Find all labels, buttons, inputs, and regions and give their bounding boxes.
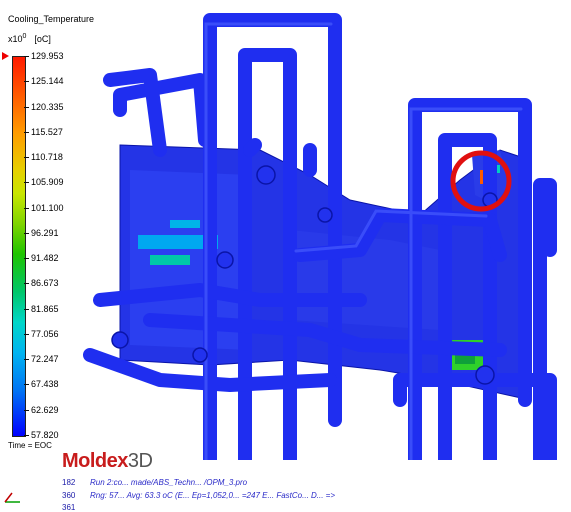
time-label: Time = EOC — [8, 441, 52, 450]
legend-tick — [24, 258, 29, 260]
part-body — [119, 144, 531, 401]
legend-tick — [24, 283, 29, 285]
legend-tick-label: 96.291 — [31, 227, 59, 238]
info-line-number: 182 — [62, 478, 76, 487]
model-viewport[interactable] — [60, 0, 571, 460]
legend-tick — [24, 106, 29, 108]
legend-tick-label: 77.056 — [31, 328, 59, 339]
legend-tick-label: 110.718 — [31, 152, 63, 163]
legend-tick-label: 72.247 — [31, 354, 59, 365]
legend-tick-label: 81.865 — [31, 303, 59, 314]
legend-tick — [24, 308, 29, 310]
legend-tick — [24, 207, 29, 209]
color-legend-bar — [12, 56, 26, 437]
legend-tick — [24, 81, 29, 83]
legend-tick-label: 125.144 — [31, 76, 64, 87]
legend-tick-label: 67.438 — [31, 379, 59, 390]
legend-tick-label: 105.909 — [31, 177, 64, 188]
axis-triad-icon — [4, 492, 20, 503]
legend-tick-label: 120.335 — [31, 101, 64, 112]
legend-tick-label: 62.629 — [31, 404, 59, 415]
info-line-text: Run 2:co... made/ABS_Techn... /OPM_3.pro — [90, 478, 248, 487]
legend-tick — [24, 157, 29, 159]
info-line-number: 361 — [62, 503, 76, 512]
legend-tick-label: 86.673 — [31, 278, 59, 289]
legend-tick — [24, 131, 29, 133]
logo-suffix: 3D — [127, 450, 153, 472]
legend-tick — [24, 333, 29, 335]
legend-tick-label: 129.953 — [31, 51, 64, 61]
legend-tick — [24, 409, 29, 411]
legend-scale-exp: 0 — [22, 33, 27, 40]
legend-tick-label: 91.482 — [31, 253, 59, 264]
legend-scale: x100 [oC] — [8, 33, 51, 44]
legend-tick-label: 101.100 — [31, 202, 64, 213]
legend-tick — [24, 56, 29, 57]
legend-tick — [24, 232, 29, 234]
legend-tick-label: 57.820 — [31, 430, 59, 440]
logo-main: Moldex — [62, 450, 128, 472]
legend-tick — [24, 384, 29, 386]
legend-unit: [oC] — [34, 34, 51, 44]
max-marker-icon — [2, 52, 9, 60]
moldex3d-logo: Moldex3D — [62, 450, 153, 473]
legend-tick — [24, 182, 29, 184]
legend-scale-base: x10 — [8, 34, 23, 44]
info-line-number: 360 — [62, 491, 76, 500]
legend-tick — [24, 359, 29, 361]
info-line-text: Rng: 57... Avg: 63.3 oC (E... Ep=1,052,0… — [90, 491, 336, 500]
legend-tick — [24, 435, 29, 436]
legend-tick-label: 115.527 — [31, 126, 63, 137]
